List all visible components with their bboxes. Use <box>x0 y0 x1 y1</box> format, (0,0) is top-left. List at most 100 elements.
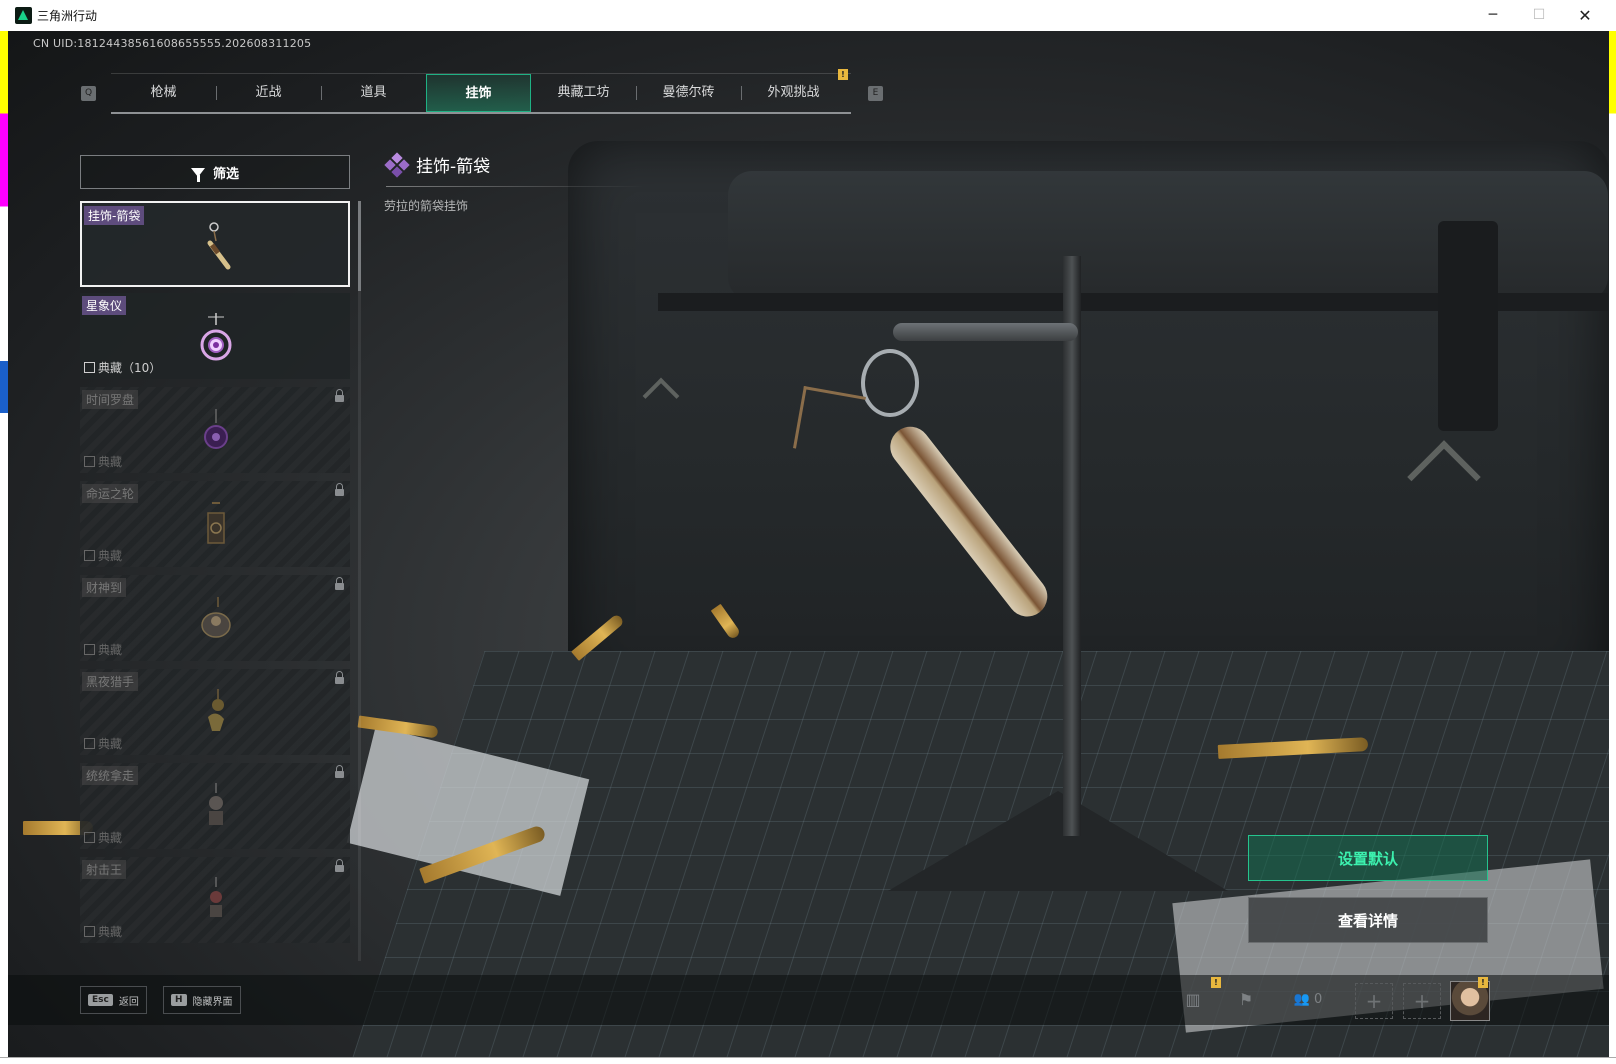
item-detail-title: 挂饰-箭袋 <box>416 157 491 177</box>
tab-mandel-brick[interactable]: 曼德尔砖 <box>636 74 741 112</box>
collection-tag: 典藏 <box>84 547 122 564</box>
collection-label: 典藏 <box>98 549 123 563</box>
item-name: 命运之轮 <box>82 484 139 503</box>
item-name: 时间罗盘 <box>82 390 139 409</box>
astrolabe-charm-icon <box>200 313 232 361</box>
list-item[interactable]: 挂饰-箭袋 <box>80 201 350 287</box>
avatar-warning-badge: ! <box>1478 977 1488 988</box>
list-item[interactable]: 射击王 典藏 <box>80 857 350 943</box>
tab-charms[interactable]: 挂饰 <box>426 74 531 112</box>
collection-icon <box>84 738 95 749</box>
lock-icon <box>335 577 344 590</box>
filter-icon <box>190 167 205 182</box>
stats-warning-badge: ! <box>1211 977 1221 988</box>
friends-button[interactable]: 👥 0 <box>1288 987 1328 1013</box>
collection-label: 典藏 <box>98 737 123 751</box>
stats-chart-icon[interactable]: ▥ <box>1180 987 1206 1013</box>
back-hint-button[interactable]: Esc 返回 <box>80 986 147 1014</box>
god-of-wealth-charm-icon <box>201 597 231 638</box>
tab-collection-workshop[interactable]: 典藏工坊 <box>531 74 636 112</box>
collection-tag: 典藏 <box>84 923 122 940</box>
item-name: 星象仪 <box>82 296 127 315</box>
list-item[interactable]: 黑夜猎手 典藏 <box>80 669 350 755</box>
window-titlebar: 三角洲行动 ─ ☐ ✕ <box>0 0 1616 32</box>
tab-appearance-challenge[interactable]: 外观挑战 <box>741 74 846 112</box>
friends-icon: 👥 <box>1293 992 1310 1007</box>
hide-ui-hint-button[interactable]: H 隐藏界面 <box>163 986 241 1014</box>
list-scroll-thumb[interactable] <box>358 201 361 291</box>
scene-crate-latch <box>1438 221 1498 431</box>
filter-label: 筛选 <box>212 166 239 182</box>
list-item[interactable]: 时间罗盘 典藏 <box>80 387 350 473</box>
uid-label: CN UID:18124438561608655555.202608311205 <box>33 37 312 50</box>
item-name: 黑夜猎手 <box>82 672 139 691</box>
list-item[interactable]: 星象仪 典藏（10） <box>80 293 350 379</box>
collection-tag: 典藏 <box>84 735 122 752</box>
collection-tag: 典藏 <box>84 829 122 846</box>
collection-icon <box>84 832 95 843</box>
collection-label: 典藏（10） <box>98 361 162 375</box>
collection-icon <box>84 644 95 655</box>
charm-keyring <box>861 349 919 417</box>
add-teammate-slot[interactable]: + <box>1403 983 1441 1019</box>
quiver-charm-icon <box>207 222 231 270</box>
hide-ui-label: 隐藏界面 <box>192 996 233 1008</box>
item-name: 挂饰-箭袋 <box>84 206 145 225</box>
back-label: 返回 <box>118 996 139 1008</box>
item-detail-header: 挂饰-箭袋 <box>384 151 491 178</box>
h-key: H <box>171 994 187 1006</box>
view-details-button[interactable]: 查看详情 <box>1248 897 1488 943</box>
friends-count: 0 <box>1314 992 1323 1007</box>
item-description: 劳拉的箭袋挂饰 <box>384 199 469 213</box>
scene-stand-pole <box>1063 256 1081 836</box>
lock-icon <box>335 859 344 872</box>
detail-divider <box>386 186 644 187</box>
filter-button[interactable]: 筛选 <box>80 155 350 189</box>
app-logo-icon <box>15 7 32 24</box>
item-name: 统统拿走 <box>82 766 139 785</box>
tab-firearms[interactable]: 枪械 <box>111 74 216 112</box>
collection-label: 典藏 <box>98 831 123 845</box>
category-tabs: 枪械 近战 道具 挂饰 典藏工坊 曼德尔砖 外观挑战 <box>111 73 851 114</box>
add-teammate-slot[interactable]: + <box>1355 983 1393 1019</box>
scene-stand-arm <box>893 323 1078 341</box>
lock-icon <box>335 671 344 684</box>
esc-key: Esc <box>88 994 113 1006</box>
minimize-button[interactable]: ─ <box>1470 0 1516 31</box>
bottom-bar: Esc 返回 H 隐藏界面 ▥ ! ⚑ 👥 0 + + ! <box>8 975 1609 1025</box>
collection-tag: 典藏 <box>84 641 122 658</box>
background-desktop-strip-left <box>0 31 8 1063</box>
background-desktop-strip-right <box>1609 31 1616 1063</box>
list-item[interactable]: 统统拿走 典藏 <box>80 763 350 849</box>
night-hunter-charm-icon <box>208 689 224 731</box>
rarity-diamond-icon <box>384 151 410 178</box>
time-compass-charm-icon <box>204 409 228 449</box>
item-name: 射击王 <box>82 860 127 879</box>
lock-icon <box>335 389 344 402</box>
list-item[interactable]: 命运之轮 典藏 <box>80 481 350 567</box>
tab-prev-key[interactable]: Q <box>81 86 96 101</box>
collection-icon <box>84 456 95 467</box>
lock-icon <box>335 483 344 496</box>
set-default-button[interactable]: 设置默认 <box>1248 835 1488 881</box>
collection-tag: 典藏 <box>84 453 122 470</box>
tab-notification-badge: ! <box>838 69 848 80</box>
maximize-button[interactable]: ☐ <box>1516 0 1562 31</box>
flag-icon[interactable]: ⚑ <box>1233 987 1259 1013</box>
charm-arrows <box>793 386 866 459</box>
tab-props[interactable]: 道具 <box>321 74 426 112</box>
game-viewport: CN UID:18124438561608655555.202608311205… <box>8 31 1609 1057</box>
scene-stand-base <box>888 791 1228 891</box>
tab-next-key[interactable]: E <box>868 86 883 101</box>
collection-icon <box>84 362 95 373</box>
list-item[interactable]: 财神到 典藏 <box>80 575 350 661</box>
tab-melee[interactable]: 近战 <box>216 74 321 112</box>
collection-label: 典藏 <box>98 643 123 657</box>
wheel-of-fate-charm-icon <box>207 502 225 544</box>
item-name: 财神到 <box>82 578 127 597</box>
close-button[interactable]: ✕ <box>1562 0 1608 31</box>
charm-list: 挂饰-箭袋 星象仪 典藏（10） 时间罗盘 典藏 命运之轮 典藏 财神到 典藏 … <box>80 201 350 961</box>
list-scrollbar[interactable] <box>358 201 361 961</box>
collection-tag: 典藏（10） <box>84 359 161 376</box>
collection-icon <box>84 550 95 561</box>
